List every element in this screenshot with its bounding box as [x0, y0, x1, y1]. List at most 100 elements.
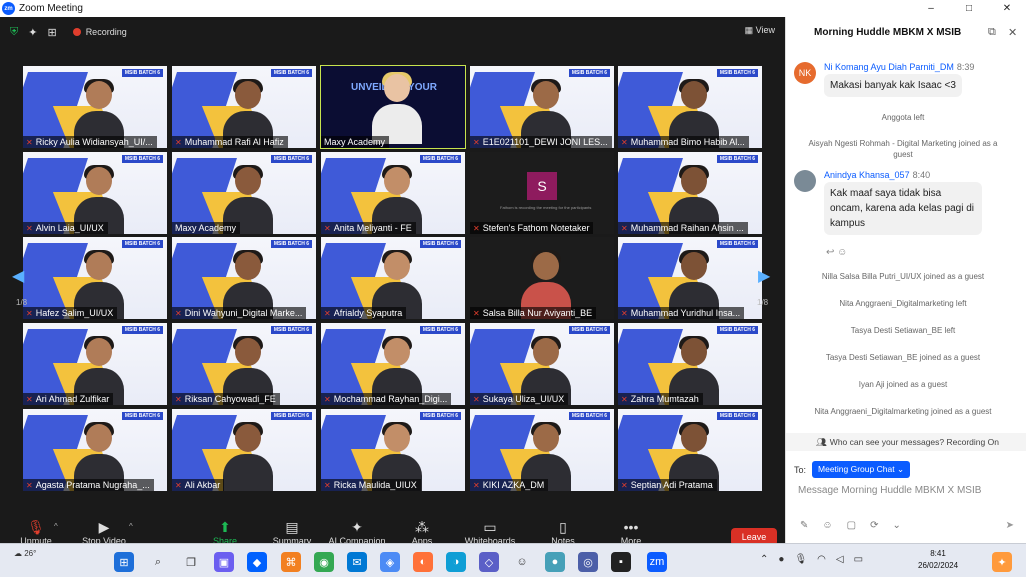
video-tile[interactable]: MSIB BATCH 6 ✕ Alvin Laia_UI/UX [23, 152, 167, 234]
whiteboards-button[interactable]: ▭ Whiteboards [462, 518, 518, 546]
firefox-icon[interactable]: ◐ [413, 552, 433, 572]
tray-chevron-icon[interactable]: ⌃ [760, 554, 768, 565]
video-tile[interactable]: S Fathom is recording the meeting for the… [470, 152, 614, 234]
unmute-button[interactable]: 🎙︎ Unmute [16, 518, 56, 546]
search-icon[interactable]: ⌕ [148, 552, 168, 572]
banner-label: MSIB BATCH 6 [568, 326, 610, 334]
send-icon[interactable]: ➤ [1006, 520, 1014, 531]
video-tile[interactable]: MSIB BATCH 6 ✕ Septian Adi Pratama [618, 409, 762, 491]
ai-companion-button[interactable]: ✦ AI Companion [327, 518, 387, 546]
edge-icon[interactable]: ◑ [446, 552, 466, 572]
participant-name: ✕ Ari Ahmad Zulfikar [23, 393, 114, 405]
video-tile[interactable]: MSIB BATCH 6 ✕ Muhammad Raihan Ahsin ... [618, 152, 762, 234]
page-indicator-right: 1/8 [757, 298, 769, 307]
copilot-icon[interactable]: ✦ [992, 552, 1012, 572]
video-tile[interactable]: MSIB BATCH 6 ✕ Muhammad Rafi Al Hafiz [172, 66, 316, 148]
weather-widget[interactable]: ☁ 26° [14, 549, 36, 558]
system-app-icon[interactable]: ◎ [578, 552, 598, 572]
grid-apps-icon[interactable]: ⊞ [47, 26, 56, 39]
mysql-icon[interactable]: ◈ [380, 552, 400, 572]
teams-icon[interactable]: ▣ [214, 552, 234, 572]
task-view-icon[interactable]: ❐ [181, 552, 201, 572]
video-tile[interactable]: MSIB BATCH 6 ✕ Zahra Mumtazah [618, 323, 762, 405]
screenshot-icon[interactable]: ⟳ [870, 520, 878, 531]
emoji-icon[interactable]: ☺ [822, 520, 832, 531]
prev-page-arrow-icon[interactable]: ◀ [12, 266, 24, 286]
video-tile[interactable]: MSIB BATCH 6 ✕ Ricky Aulia Widiansyah_UI/.… [23, 66, 167, 148]
xampp-icon[interactable]: ⌘ [281, 552, 301, 572]
clock-time: 8:41 [930, 549, 946, 558]
muted-mic-icon: ✕ [473, 137, 480, 147]
dropbox-icon[interactable]: ◆ [247, 552, 267, 572]
close-chat-icon[interactable]: ✕ [1008, 26, 1017, 39]
more-options-chevron-icon[interactable]: ⌄ [892, 520, 900, 531]
video-tile[interactable]: MSIB BATCH 6 Maxy Academy [172, 152, 316, 234]
video-options-chevron-icon[interactable]: ^ [129, 522, 133, 531]
audio-options-chevron-icon[interactable]: ^ [54, 522, 58, 531]
video-tile[interactable]: UNVEILING YOUR Maxy Academy [320, 65, 466, 149]
notes-button[interactable]: ▯ Notes [548, 518, 578, 546]
video-tile[interactable]: MSIB BATCH 6 ✕ Agasta Pratama Nugraha_... [23, 409, 167, 491]
popout-icon[interactable]: ⧉ [988, 26, 996, 39]
minimize-button[interactable]: – [912, 3, 950, 14]
video-tile[interactable]: MSIB BATCH 6 ✕ E1E021101_DEWI JONI LES... [470, 66, 614, 148]
participant-video [371, 335, 422, 405]
encryption-shield-icon[interactable]: ⛨ [10, 26, 18, 39]
video-tile[interactable]: MSIB BATCH 6 ✕ Mochammad Rayhan_Digi... [321, 323, 465, 405]
person-app-icon[interactable]: ☺ [512, 552, 532, 572]
participant-name: ✕ Afrialdy Syaputra [321, 307, 407, 319]
video-tile[interactable]: MSIB BATCH 6 ✕ Hafez Salim_UI/UX [23, 237, 167, 319]
close-button[interactable]: ✕ [988, 3, 1026, 14]
more-icon: ••• [623, 519, 639, 535]
video-tile[interactable]: MSIB BATCH 6 ✕ Ali Akbar [172, 409, 316, 491]
chat-input[interactable]: Message Morning Huddle MBKM X MSIB [798, 485, 981, 496]
muted-mic-icon: ✕ [324, 394, 331, 404]
volume-icon[interactable]: ◁ [836, 554, 844, 565]
chrome-icon[interactable]: ◉ [314, 552, 334, 572]
video-tile[interactable]: MSIB BATCH 6 ✕ Anita Meliyanti - FE [321, 152, 465, 234]
banner-label: MSIB BATCH 6 [716, 412, 758, 420]
start-menu-icon[interactable]: ⊞ [114, 552, 134, 572]
maximize-button[interactable]: □ [950, 3, 988, 14]
video-tile[interactable]: MSIB BATCH 6 ✕ Dini Wahyuni_Digital Marke.… [172, 237, 316, 319]
terminal-icon[interactable]: ▪ [611, 552, 631, 572]
video-tile[interactable]: MSIB BATCH 6 ✕ Muhammad Yuridhul Insa... [618, 237, 762, 319]
stop-video-button[interactable]: ▶︎ Stop Video [80, 518, 128, 546]
video-tile[interactable]: MSIB BATCH 6 ✕ Muhammad Bimo Habib Al... [618, 66, 762, 148]
taskbar-clock[interactable]: 8:41 26/02/2024 [918, 548, 958, 572]
reaction-icons[interactable]: ↩ ☺ [826, 247, 847, 258]
message-sender[interactable]: Anindya Khansa_057 8:40 [824, 170, 930, 180]
view-button[interactable]: ▦ View [745, 25, 775, 36]
tray-app-icon[interactable]: ● [778, 554, 784, 565]
video-tile[interactable]: MSIB BATCH 6 ✕ Sukaya Uliza_UI/UX [470, 323, 614, 405]
file-icon[interactable]: ▢ [847, 520, 856, 531]
message-time: 8:39 [956, 62, 975, 72]
format-icon[interactable]: ✎ [800, 520, 808, 531]
apps-button[interactable]: ⁂ Apps [407, 518, 437, 546]
message-sender[interactable]: Ni Komang Ayu Diah Parniti_DM 8:39 [824, 62, 974, 72]
ai-sparkle-icon[interactable]: ✦ [28, 26, 37, 39]
battery-icon[interactable]: ▭ [854, 554, 863, 565]
emoji-reaction-icon[interactable]: ☺ [837, 247, 847, 258]
reply-icon[interactable]: ↩ [826, 247, 834, 258]
video-tile[interactable]: ✕ Salsa Billa Nur Aviyanti_BE [470, 237, 614, 319]
video-tile[interactable]: MSIB BATCH 6 ✕ Riksan Cahyowadi_FE [172, 323, 316, 405]
mail-icon[interactable]: ✉ [347, 552, 367, 572]
video-tile[interactable]: MSIB BATCH 6 ✕ KIKI AZKA_DM [470, 409, 614, 491]
more-button[interactable]: ••• More [616, 518, 646, 546]
app-icon[interactable]: ● [545, 552, 565, 572]
video-tile[interactable]: MSIB BATCH 6 ✕ Ricka Maulida_UIUX [321, 409, 465, 491]
next-page-arrow-icon[interactable]: ▶ [758, 266, 770, 286]
zoom-taskbar-icon[interactable]: zm [647, 552, 667, 572]
microphone-icon[interactable]: 🎙︎ [794, 554, 807, 565]
summary-button[interactable]: ▤ Summary [270, 518, 314, 546]
video-tile[interactable]: MSIB BATCH 6 ✕ Ari Ahmad Zulfikar [23, 323, 167, 405]
participant-name-text: Anita Meliyanti - FE [333, 223, 412, 233]
wifi-icon[interactable]: ◠ [817, 554, 826, 565]
privacy-notice[interactable]: 👥︎ Who can see your messages? Recording O… [786, 433, 1026, 451]
system-message: Nilla Salsa Billa Putri_UI/UX joined as … [821, 272, 985, 281]
vscode-icon[interactable]: ◇ [479, 552, 499, 572]
recipient-dropdown[interactable]: Meeting Group Chat ⌄ [812, 461, 911, 478]
video-tile[interactable]: MSIB BATCH 6 ✕ Afrialdy Syaputra [321, 237, 465, 319]
message-bubble: Makasi banyak kak Isaac <3 [824, 74, 962, 97]
